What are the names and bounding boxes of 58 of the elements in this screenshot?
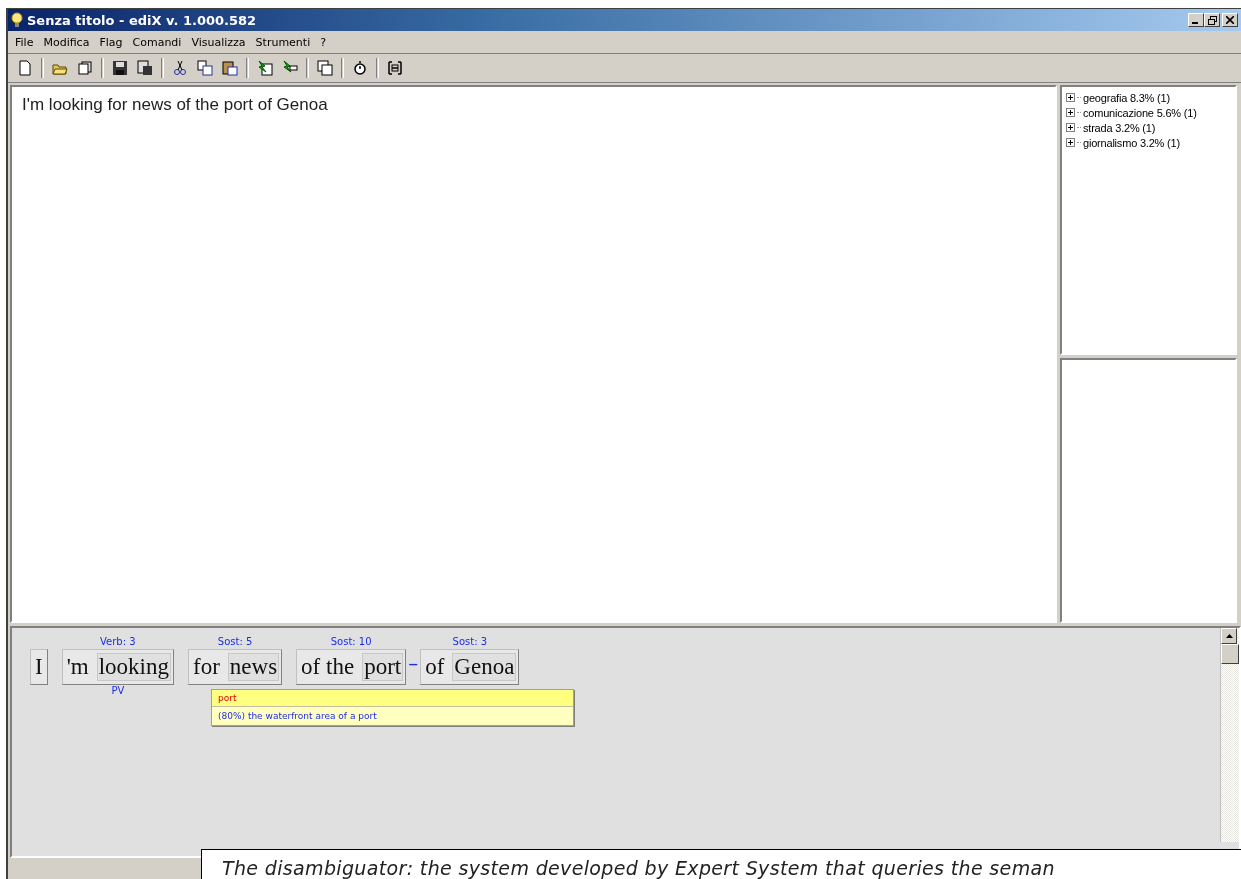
copy-icon	[197, 60, 213, 76]
category-label: Sost: 3	[452, 636, 488, 649]
menu-item[interactable]: ?	[315, 35, 332, 49]
restore-button[interactable]	[1204, 13, 1220, 27]
new-document-icon	[17, 60, 33, 76]
expand-icon[interactable]	[1066, 108, 1075, 117]
word[interactable]: I	[33, 653, 45, 681]
light-bulb-icon	[11, 12, 23, 28]
category-label: Sost: 5	[217, 636, 253, 649]
scissors-icon	[172, 60, 188, 76]
scroll-up-button[interactable]	[1221, 628, 1237, 644]
close-button[interactable]	[1222, 13, 1238, 27]
link-dash: –	[408, 651, 419, 675]
copy-button[interactable]	[194, 57, 216, 79]
window-stack-icon	[317, 60, 333, 76]
arrow-document-icon	[257, 60, 273, 76]
minimize-button[interactable]	[1188, 13, 1204, 27]
window-stack-button[interactable]	[314, 57, 336, 79]
menu-item[interactable]: Strumenti	[250, 35, 316, 49]
menu-item[interactable]: Comandi	[127, 35, 187, 49]
menu-item[interactable]: File	[10, 35, 39, 49]
phrase-tag: PV	[111, 685, 125, 698]
category-label: Sost: 10	[330, 636, 372, 649]
head-word[interactable]: Genoa	[452, 653, 517, 681]
category-label: Verb: 3	[100, 636, 136, 649]
stopwatch-icon	[352, 60, 368, 76]
tree-item[interactable]: comunicazione 5.6% (1)	[1083, 106, 1197, 119]
text-editor[interactable]: I'm looking for news of the port of Genoa	[10, 85, 1057, 623]
expand-icon[interactable]	[1066, 138, 1075, 147]
tree-item[interactable]: giornalismo 3.2% (1)	[1083, 136, 1180, 149]
caption-text: The disambiguator: the system developed by Expert System that queries the seman	[222, 859, 1055, 878]
restore-icon	[1207, 15, 1217, 25]
document-stack-icon	[77, 60, 93, 76]
up-arrow-icon	[1225, 634, 1233, 638]
menu-item[interactable]: Visualizza	[186, 35, 251, 49]
menu-item[interactable]: Modifica	[38, 35, 95, 49]
tree-item[interactable]: geografia 8.3% (1)	[1083, 91, 1170, 104]
expand-icon[interactable]	[1066, 123, 1075, 132]
head-word[interactable]: looking	[96, 653, 171, 681]
editor-text: I'm looking for news of the port of Genoa	[22, 95, 328, 114]
word[interactable]: of the	[299, 653, 357, 681]
menu-item[interactable]: Flag	[94, 35, 128, 49]
head-word[interactable]: news	[227, 653, 280, 681]
head-word[interactable]: port	[362, 653, 404, 681]
popup-title: port	[212, 690, 573, 707]
vertical-scrollbar[interactable]	[1220, 628, 1239, 842]
word[interactable]: of	[423, 653, 447, 681]
paste-icon	[222, 60, 238, 76]
expand-icon[interactable]	[1066, 93, 1075, 102]
save-all-icon	[137, 60, 153, 76]
sense-option[interactable]: (80%) the waterfront area of a port	[212, 707, 573, 725]
close-icon	[1226, 16, 1234, 24]
scroll-thumb[interactable]	[1221, 644, 1239, 664]
word[interactable]: 'm	[64, 653, 91, 681]
word[interactable]: for	[191, 653, 222, 681]
window-title: Senza titolo - ediX v. 1.000.582	[27, 12, 258, 28]
bracket-link-icon	[387, 60, 403, 76]
tree-item[interactable]: strada 3.2% (1)	[1083, 121, 1156, 134]
